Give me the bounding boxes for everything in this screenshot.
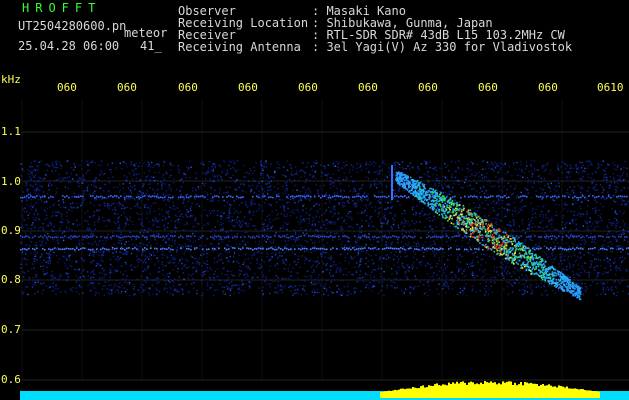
power-peak [380, 381, 600, 398]
y-tick-label: 1.0 [1, 175, 21, 188]
y-tick-label: 0.6 [1, 373, 21, 386]
x-tick-label: 060 [298, 81, 318, 94]
noise-field [20, 160, 629, 297]
x-tick-label: 060 [57, 81, 77, 94]
meteor-head [391, 165, 393, 200]
antenna-label: Receiving Antenna [178, 40, 301, 54]
file-name: UT2504280600.pn [18, 19, 127, 33]
y-tick-label: 1.1 [1, 125, 21, 138]
x-tick-label: 060 [238, 81, 258, 94]
x-tick-label: 060 [358, 81, 378, 94]
antenna-value: : 3el Yagi(V) Az 330 for Vladivostok [312, 40, 573, 54]
brand-label: HROFFT [22, 1, 102, 15]
date-time: 25.04.28 06:00 [18, 39, 120, 53]
spectrogram-plot [20, 100, 629, 400]
y-tick-label: 0.9 [1, 224, 21, 237]
y-tick-label: 0.8 [1, 273, 21, 286]
y-tick-label: 0.7 [1, 323, 21, 336]
x-tick-label: 060 [117, 81, 137, 94]
x-tick-label: 060 [538, 81, 558, 94]
detection-count: 41_ [140, 39, 162, 53]
mode-label: meteor [124, 26, 168, 40]
x-tick-label: 0610 [597, 81, 624, 94]
y-axis-unit: kHz [1, 73, 21, 86]
x-tick-label: 060 [478, 81, 498, 94]
x-tick-label: 060 [178, 81, 198, 94]
x-tick-label: 060 [418, 81, 438, 94]
